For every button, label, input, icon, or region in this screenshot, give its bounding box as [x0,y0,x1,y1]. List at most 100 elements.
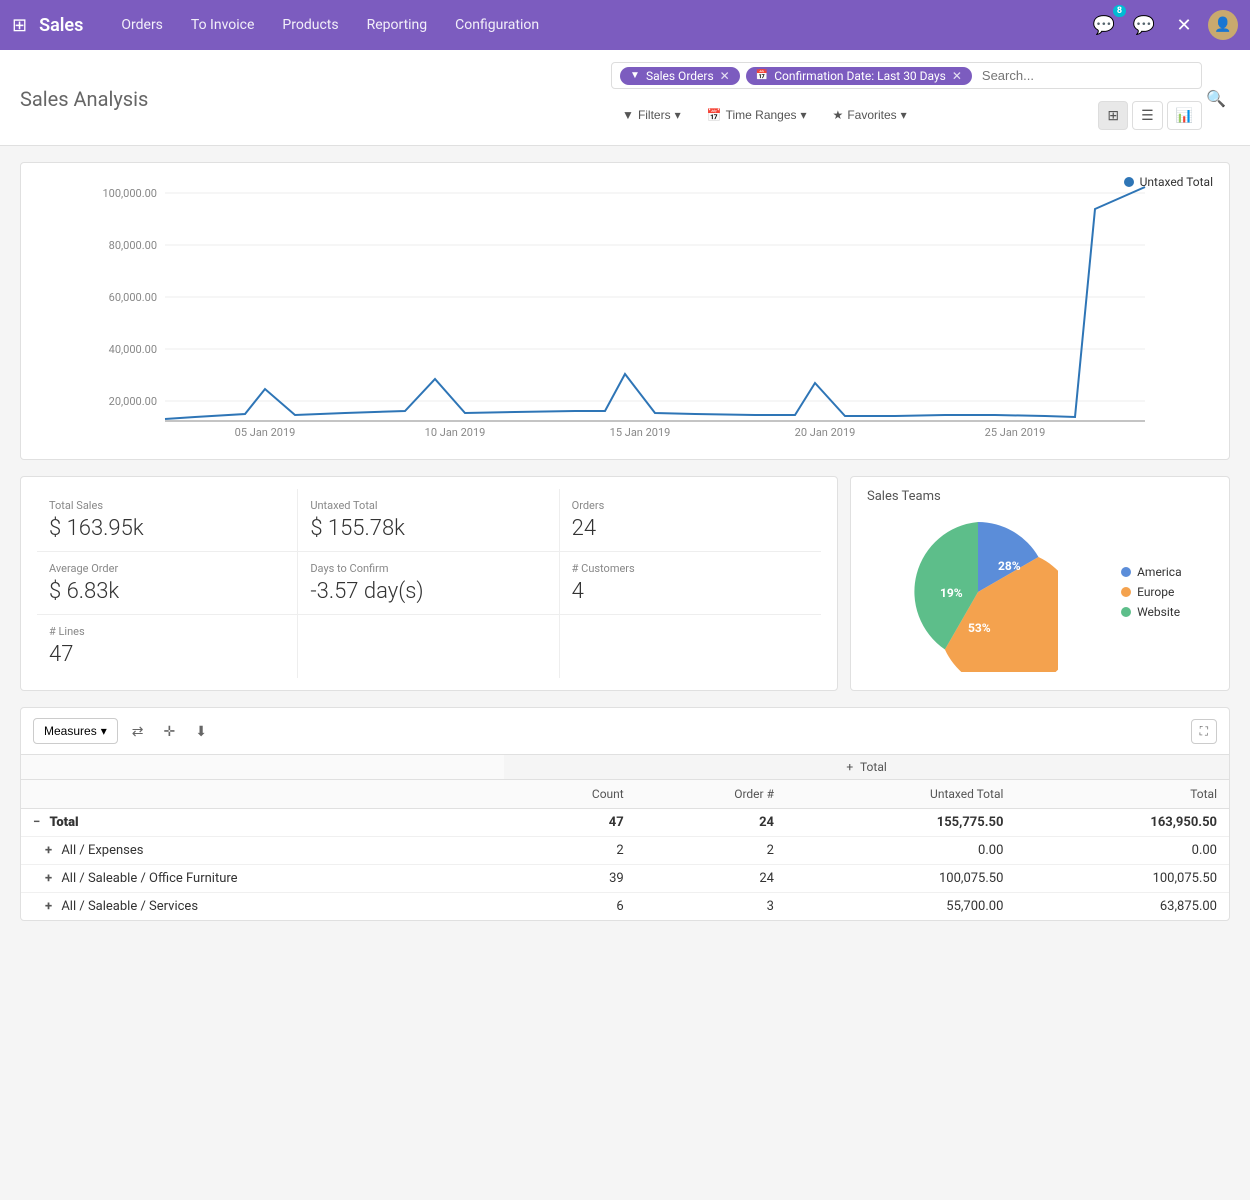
measures-chevron: ▾ [101,724,107,738]
legend-website: Website [1121,605,1182,619]
notifications-icon[interactable]: 💬 8 [1088,9,1120,41]
pivot-table-section: Measures ▾ ⇄ ✛ ⬇ ⛶ + Total [20,707,1230,921]
stat-value-avg-order: $ 6.83k [49,579,285,604]
stat-total-sales: Total Sales $ 163.95k [37,489,298,552]
notification-badge: 8 [1113,5,1126,17]
menu-products[interactable]: Products [268,0,352,50]
filter-tag-label-1: Sales Orders [646,69,714,83]
download-button[interactable]: ⬇ [189,719,213,744]
stat-value-days: -3.57 day(s) [310,579,546,604]
legend-dot-website [1121,607,1131,617]
svg-text:25 Jan 2019: 25 Jan 2019 [985,426,1046,439]
row-order-services: 3 [636,893,786,921]
filter-tag-close-1[interactable]: ✕ [720,69,730,83]
filter-calendar-icon: 📅 [756,70,768,81]
svg-text:15 Jan 2019: 15 Jan 2019 [610,426,671,439]
menu-reporting[interactable]: Reporting [353,0,442,50]
favorites-chevron: ▾ [901,108,907,122]
filter-tag-close-2[interactable]: ✕ [952,69,962,83]
svg-text:28%: 28% [998,559,1021,573]
row-count-total: 47 [504,809,636,837]
pivot-view-btn[interactable]: ⊞ [1098,101,1128,130]
favorites-button[interactable]: ★ Favorites ▾ [822,103,918,127]
row-order-total: 24 [636,809,786,837]
time-ranges-chevron: ▾ [801,108,807,122]
expand-furniture-icon[interactable]: + [45,871,52,886]
row-count-services: 6 [504,893,636,921]
table-row-expenses: + All / Expenses 2 2 0.00 0.00 [21,837,1229,865]
svg-text:10 Jan 2019: 10 Jan 2019 [425,426,486,439]
legend-dot-europe [1121,587,1131,597]
search-button[interactable]: 🔍 [1202,85,1230,112]
col-header-untaxed: Untaxed Total [786,780,1015,809]
main-menu: Orders To Invoice Products Reporting Con… [107,0,1084,50]
svg-text:60,000.00: 60,000.00 [109,291,157,304]
pie-chart-title: Sales Teams [867,489,1213,504]
row-order-furniture: 24 [636,865,786,893]
topnav-right-actions: 💬 8 💬 ✕ 👤 [1088,9,1238,41]
add-row-button[interactable]: ✛ [157,719,181,744]
calendar-icon: 📅 [707,108,722,122]
menu-configuration[interactable]: Configuration [441,0,553,50]
stat-label-untaxed: Untaxed Total [310,499,546,512]
stat-label-lines: # Lines [49,625,285,638]
brand-name[interactable]: Sales [39,15,83,36]
menu-orders[interactable]: Orders [107,0,177,50]
measures-button[interactable]: Measures ▾ [33,718,118,744]
view-toggle: ⊞ ☰ 📊 [1098,101,1202,130]
chat-icon[interactable]: 💬 [1128,9,1160,41]
col-group-plus[interactable]: + [846,760,853,774]
row-count-expenses: 2 [504,837,636,865]
stat-value-orders: 24 [572,516,809,541]
legend-dot-america [1121,567,1131,577]
settings-icon[interactable]: ✕ [1168,9,1200,41]
stat-empty-2 [560,615,821,678]
stat-value-lines: 47 [49,642,285,667]
table-row-office-furniture: + All / Saleable / Office Furniture 39 2… [21,865,1229,893]
row-untaxed-total: 155,775.50 [786,809,1015,837]
expand-expenses-icon[interactable]: + [45,843,52,858]
stat-label-days: Days to Confirm [310,562,546,575]
legend-label-europe: Europe [1137,585,1174,599]
top-navigation: ⊞ Sales Orders To Invoice Products Repor… [0,0,1250,50]
col-header-total: Total [1015,780,1229,809]
col-header-count: Count [504,780,636,809]
pie-chart-container: Sales Teams 28% 53% 19% [850,476,1230,691]
time-ranges-button[interactable]: 📅 Time Ranges ▾ [696,103,818,127]
chart-view-btn[interactable]: 📊 [1167,101,1202,130]
expand-services-icon[interactable]: + [45,899,52,914]
row-untaxed-furniture: 100,075.50 [786,865,1015,893]
pie-chart-svg: 28% 53% 19% [898,512,1058,672]
collapse-total-icon[interactable]: − [33,815,40,830]
svg-text:80,000.00: 80,000.00 [109,239,157,252]
row-count-furniture: 39 [504,865,636,893]
table-toolbar: Measures ▾ ⇄ ✛ ⬇ ⛶ [21,708,1229,755]
row-label-text-total: Total [49,815,78,830]
row-total-total: 163,950.50 [1015,809,1229,837]
chart-legend: Untaxed Total [1124,175,1213,189]
search-input[interactable] [978,66,1178,85]
svg-text:100,000.00: 100,000.00 [102,187,157,200]
page-header-top: Sales Analysis ▼ Sales Orders ✕ 📅 Confir… [20,62,1230,135]
page-content: Sales Analysis ▼ Sales Orders ✕ 📅 Confir… [0,50,1250,1200]
col-header-order: Order # [636,780,786,809]
legend-america: America [1121,565,1182,579]
filters-button[interactable]: ▼ Filters ▾ [611,103,692,127]
legend-label-america: America [1137,565,1182,579]
stat-value-untaxed: $ 155.78k [310,516,546,541]
search-toolbar: ▼ Filters ▾ 📅 Time Ranges ▾ ★ Favorites [611,95,918,135]
row-total-services: 63,875.00 [1015,893,1229,921]
table-row-total: − Total 47 24 155,775.50 163,950.50 [21,809,1229,837]
row-label-total: − Total [21,809,504,837]
menu-to-invoice[interactable]: To Invoice [177,0,269,50]
user-avatar[interactable]: 👤 [1208,10,1238,40]
pie-legend: America Europe Website [1121,565,1182,619]
svg-text:53%: 53% [968,621,991,635]
stats-row: Total Sales $ 163.95k Untaxed Total $ 15… [20,476,1230,691]
swap-axes-button[interactable]: ⇄ [126,719,150,744]
list-view-btn[interactable]: ☰ [1132,101,1163,130]
expand-table-button[interactable]: ⛶ [1191,719,1217,744]
stat-label-customers: # Customers [572,562,809,575]
grid-menu-icon[interactable]: ⊞ [12,15,27,36]
col-header-label [21,780,504,809]
